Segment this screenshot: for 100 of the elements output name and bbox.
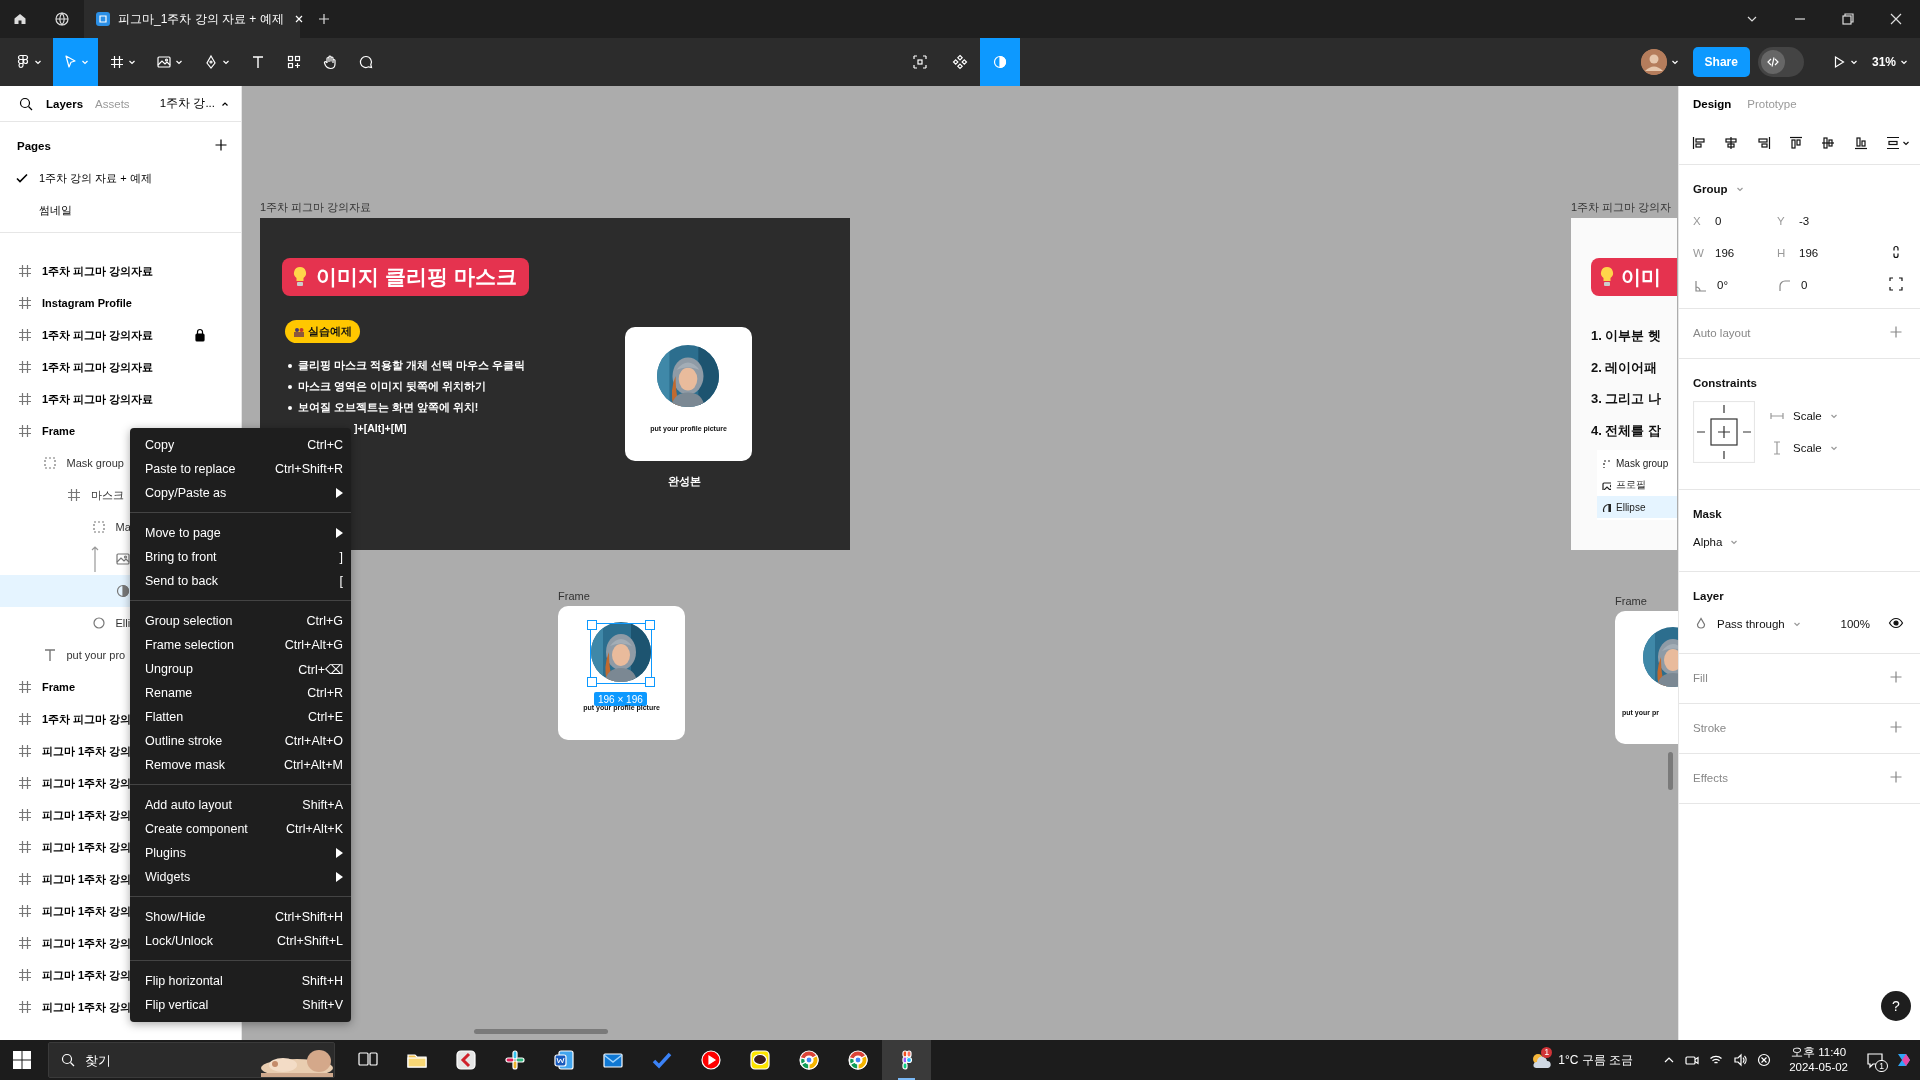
- plus-icon: [213, 137, 229, 153]
- frame-icon: [66, 487, 82, 503]
- menu-item[interactable]: Widgets: [130, 865, 351, 889]
- layer-row[interactable]: Frame: [0, 671, 130, 703]
- page-picker[interactable]: 1주차 강...: [159, 96, 229, 111]
- shortcut-text: Ctrl+Shift+R: [274, 462, 343, 476]
- layer-row[interactable]: 피그마 1주차 강의: [0, 831, 130, 863]
- menu-item[interactable]: Flip horizontal Shift+H: [130, 969, 351, 993]
- layer-row[interactable]: 피그마 1주차 강의: [0, 799, 130, 831]
- help-button[interactable]: ?: [1881, 991, 1911, 1021]
- align-button[interactable]: [1788, 135, 1804, 151]
- menu-item[interactable]: Bring to front ]: [130, 545, 351, 569]
- menu-item[interactable]: Send to back [: [130, 569, 351, 593]
- layer-row[interactable]: Ma: [0, 511, 130, 543]
- blend-mode-dropdown[interactable]: Pass through: [1693, 616, 1801, 632]
- shortcut-text: Ctrl+⌫: [298, 661, 343, 677]
- menu-item[interactable]: Move to page: [130, 521, 351, 545]
- frame-label: 1주차 피그마 강의자: [1571, 200, 1672, 215]
- text-icon: [250, 54, 266, 70]
- lightbulb-icon: [1599, 266, 1615, 288]
- independent-corners-button[interactable]: [1888, 276, 1904, 294]
- component-icon: [952, 54, 968, 70]
- layer-row[interactable]: 1주차 피그마 강의자료: [0, 319, 241, 351]
- image-icon: [115, 551, 131, 567]
- shortcut-text: Shift+A: [302, 798, 343, 812]
- layer-row[interactable]: Mask group: [0, 447, 130, 479]
- layer-row[interactable]: 피그마 1주차 강의: [0, 735, 130, 767]
- menu-item[interactable]: Show/Hide Ctrl+Shift+H: [130, 905, 351, 929]
- menu-item[interactable]: Plugins: [130, 841, 351, 865]
- group-icon: [41, 455, 58, 471]
- align-button[interactable]: [1884, 135, 1910, 151]
- align-button[interactable]: [1691, 135, 1707, 151]
- align-bottom-icon: [1852, 135, 1869, 151]
- layer-row[interactable]: 마스크: [0, 479, 130, 511]
- align-button[interactable]: [1852, 135, 1869, 151]
- plus-icon: [1888, 719, 1904, 735]
- layer-row[interactable]: 피그마 1주차 강의: [0, 767, 130, 799]
- menu-item[interactable]: Create component Ctrl+Alt+K: [130, 817, 351, 841]
- selection-type-dropdown[interactable]: Group: [1693, 183, 1744, 195]
- plus-icon: [1888, 324, 1904, 340]
- file-tab[interactable]: 피그마_1주차 강의 자료 + 예제: [84, 0, 300, 38]
- layer-row[interactable]: 1주차 피그마 강의자료: [0, 351, 241, 383]
- opacity-value[interactable]: 100%: [1840, 618, 1870, 630]
- layer-row[interactable]: 피그마 1주차 강의: [0, 863, 130, 895]
- number-field[interactable]: W 196: [1693, 247, 1777, 259]
- number-field[interactable]: X 0: [1693, 215, 1777, 227]
- avatar-icon: [1640, 49, 1667, 75]
- eye-icon: [1888, 615, 1904, 631]
- number-field[interactable]: 0: [1777, 278, 1861, 292]
- page-item[interactable]: 1주차 강의 자료 + 예제: [0, 162, 241, 194]
- layer-row[interactable]: Frame: [0, 415, 130, 447]
- menu-item[interactable]: Frame selection Ctrl+Alt+G: [130, 633, 351, 657]
- align-button[interactable]: [1723, 135, 1740, 151]
- layer-row[interactable]: Elli: [0, 607, 130, 639]
- menu-item[interactable]: Add auto layout Shift+A: [130, 793, 351, 817]
- layer-row[interactable]: Instagram Profile: [0, 287, 241, 319]
- layer-row[interactable]: 피그마 1주차 강의: [0, 927, 130, 959]
- lightbulb-icon: [292, 266, 308, 288]
- layer-row[interactable]: 피그마 1주차 강의: [0, 895, 130, 927]
- scrollbar[interactable]: [1668, 752, 1673, 790]
- muted-icon: [1757, 1053, 1772, 1067]
- layer-row[interactable]: 1주차 피그마 강의: [0, 703, 130, 735]
- vertical-constraint[interactable]: Scale: [1769, 440, 1838, 456]
- menu-item[interactable]: Flip vertical Shift+V: [130, 993, 351, 1017]
- menu-item[interactable]: Rename Ctrl+R: [130, 681, 351, 705]
- menu-item[interactable]: Copy Ctrl+C: [130, 433, 351, 457]
- menu-item[interactable]: Remove mask Ctrl+Alt+M: [130, 753, 351, 777]
- panel-tab[interactable]: Layers: [46, 86, 84, 122]
- menu-item[interactable]: Paste to replace Ctrl+Shift+R: [130, 457, 351, 481]
- step-text: 1. 이부분 헷: [1591, 327, 1662, 345]
- align-button[interactable]: [1755, 135, 1772, 151]
- dev-mode-toggle[interactable]: [1757, 47, 1804, 77]
- layer-row[interactable]: 1주차 피그마 강의자료: [0, 383, 241, 415]
- horizontal-constraint[interactable]: Scale: [1769, 408, 1838, 424]
- menu-item[interactable]: Outline stroke Ctrl+Alt+O: [130, 729, 351, 753]
- menu-item[interactable]: Ungroup Ctrl+⌫: [130, 657, 351, 681]
- layer-row[interactable]: put your pro: [0, 639, 130, 671]
- chevron-app-icon: [454, 1049, 477, 1071]
- taskbar-app[interactable]: [882, 1040, 931, 1080]
- clock[interactable]: 오후 11:40 2024-05-02: [1789, 1045, 1848, 1075]
- scrollbar[interactable]: [474, 1029, 608, 1034]
- layer-row[interactable]: 피그마 1주차 강의: [0, 959, 130, 991]
- zoom-menu[interactable]: 31%: [1871, 47, 1908, 77]
- shortcut-text: Ctrl+Alt+K: [286, 822, 343, 836]
- number-field[interactable]: 0°: [1693, 278, 1777, 292]
- mask-mode-dropdown[interactable]: Alpha: [1693, 536, 1739, 548]
- frame-icon: [17, 999, 33, 1015]
- menu-item[interactable]: Copy/Paste as: [130, 481, 351, 505]
- menu-item[interactable]: Flatten Ctrl+E: [130, 705, 351, 729]
- menu-item[interactable]: Lock/Unlock Ctrl+Shift+L: [130, 929, 351, 953]
- page-item[interactable]: 썸네일: [0, 194, 241, 226]
- number-field[interactable]: H 196: [1777, 247, 1861, 259]
- frame-icon: [17, 903, 33, 919]
- align-button[interactable]: [1820, 135, 1837, 151]
- number-field[interactable]: Y -3: [1777, 215, 1861, 227]
- layer-row[interactable]: 피그마 1주차 강의: [0, 991, 130, 1023]
- layer-row[interactable]: 1주차 피그마 강의자료: [0, 255, 241, 287]
- menu-item[interactable]: Group selection Ctrl+G: [130, 609, 351, 633]
- globe-icon: [54, 11, 70, 27]
- panel-tab[interactable]: Design: [1693, 98, 1732, 110]
